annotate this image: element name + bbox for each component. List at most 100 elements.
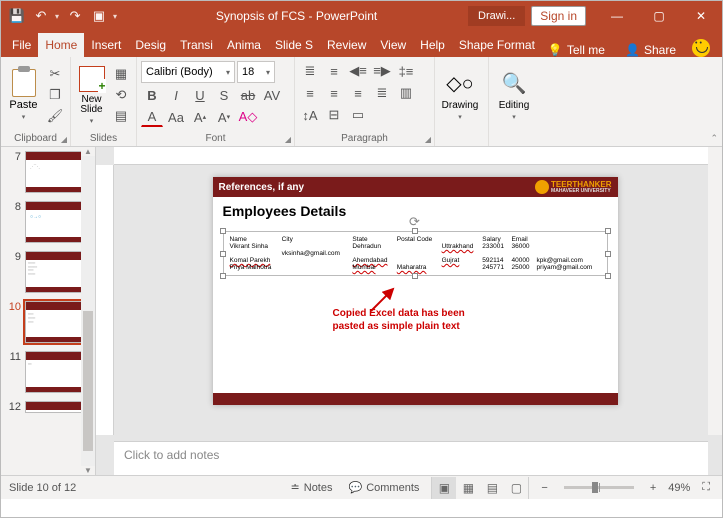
underline-button[interactable]: U [189, 85, 211, 105]
collapse-ribbon-icon[interactable]: ⌃ [710, 133, 718, 144]
normal-view-button[interactable]: ▣ [432, 477, 456, 499]
thumbnail-7[interactable]: 7⋰⋱ [7, 151, 89, 193]
tab-transitions[interactable]: Transi [173, 33, 220, 57]
tab-animations[interactable]: Anima [220, 33, 268, 57]
zoom-out-button[interactable]: − [537, 482, 551, 494]
thumbnail-8[interactable]: 8○→○ [7, 201, 89, 243]
tab-home[interactable]: Home [38, 33, 84, 57]
layout-button[interactable]: ▦ [110, 64, 132, 84]
strikethrough-button[interactable]: ab [237, 85, 259, 105]
paste-icon [12, 69, 36, 97]
tab-slideshow[interactable]: Slide S [268, 33, 320, 57]
close-button[interactable]: ✕ [680, 1, 722, 31]
tab-insert[interactable]: Insert [84, 33, 128, 57]
cut-button[interactable]: ✂ [44, 64, 66, 84]
paste-button[interactable]: Paste ▾ [5, 67, 42, 123]
section-button[interactable]: ▤ [110, 106, 132, 126]
start-from-beginning-icon[interactable]: ▣ [91, 8, 107, 24]
align-text-button[interactable]: ⊟ [323, 105, 345, 125]
thumbnail-10[interactable]: 10━━━━━━━━━━ [7, 301, 89, 343]
font-name-select[interactable]: Calibri (Body)▾ [141, 61, 235, 83]
paragraph-launcher-icon[interactable]: ◢ [425, 135, 431, 144]
increase-indent-button[interactable]: ≡▶ [371, 61, 393, 81]
zoom-level[interactable]: 49% [668, 482, 690, 494]
align-left-button[interactable]: ≡ [299, 83, 321, 103]
font-launcher-icon[interactable]: ◢ [285, 135, 291, 144]
qat-customize-icon[interactable]: ▾ [113, 12, 117, 21]
line-spacing-button[interactable]: ‡≡ [395, 61, 417, 81]
numbering-button[interactable]: ≡ [323, 61, 345, 81]
thumbnail-scrollbar[interactable]: ▲ ▼ [81, 147, 95, 475]
zoom-handle[interactable] [592, 482, 598, 493]
align-center-button[interactable]: ≡ [323, 83, 345, 103]
resize-handle[interactable] [605, 228, 611, 234]
zoom-in-button[interactable]: + [646, 482, 660, 494]
clipboard-launcher-icon[interactable]: ◢ [61, 135, 67, 144]
tab-help[interactable]: Help [413, 33, 452, 57]
tab-view[interactable]: View [373, 33, 413, 57]
reading-view-button[interactable]: ▤ [480, 477, 504, 499]
notes-pane[interactable]: Click to add notes [114, 441, 708, 475]
resize-handle[interactable] [412, 228, 418, 234]
notes-toggle[interactable]: ≐Notes [287, 481, 337, 494]
slide-edit-pane: References, if any TEERTHANKERMAHAVEER U… [96, 147, 722, 475]
save-icon[interactable]: 💾 [9, 8, 25, 24]
slide-canvas[interactable]: References, if any TEERTHANKERMAHAVEER U… [96, 165, 722, 441]
bullets-button[interactable]: ≣ [299, 61, 321, 81]
slide-counter[interactable]: Slide 10 of 12 [9, 482, 76, 494]
justify-button[interactable]: ≣ [371, 83, 393, 103]
drawing-button[interactable]: ◇○ Drawing ▾ [439, 68, 481, 123]
tab-design[interactable]: Desig [128, 33, 173, 57]
new-slide-button[interactable]: New Slide ▾ [75, 63, 108, 127]
slide-thumbnail-pane[interactable]: 7⋰⋱ 8○→○ 9━━━━━━━━━━━━━━━━ 10━━━━━━━━━━ … [1, 147, 96, 475]
format-painter-button[interactable]: 🖌 [44, 106, 66, 126]
share-button[interactable]: 👤Share [617, 43, 684, 57]
reset-button[interactable]: ⟲ [110, 85, 132, 105]
resize-handle[interactable] [605, 273, 611, 279]
feedback-smiley-icon[interactable] [692, 39, 710, 57]
resize-handle[interactable] [220, 251, 226, 257]
sign-in-button[interactable]: Sign in [531, 6, 586, 26]
font-size-select[interactable]: 18▾ [237, 61, 275, 83]
redo-icon[interactable]: ↷ [67, 8, 83, 24]
pasted-text-box[interactable]: ⟳ NameCityStatePostal CodeSalaryEmail Vi… [223, 231, 608, 276]
minimize-button[interactable]: ― [596, 1, 638, 31]
clear-formatting-button[interactable]: A◇ [237, 107, 259, 127]
tab-shape-format[interactable]: Shape Format [452, 33, 542, 57]
tab-review[interactable]: Review [320, 33, 373, 57]
resize-handle[interactable] [605, 251, 611, 257]
vertical-scrollbar[interactable] [708, 147, 722, 435]
thumbnail-12[interactable]: 12 [7, 401, 89, 413]
thumbnail-9[interactable]: 9━━━━━━━━━━━━━━━━ [7, 251, 89, 293]
grow-font-button[interactable]: A▴ [189, 107, 211, 127]
shadow-button[interactable]: S [213, 85, 235, 105]
editing-label: Editing [499, 100, 530, 111]
slideshow-view-button[interactable]: ▢ [504, 477, 528, 499]
undo-icon[interactable]: ↶ [33, 8, 49, 24]
shrink-font-button[interactable]: A▾ [213, 107, 235, 127]
italic-button[interactable]: I [165, 85, 187, 105]
tell-me-search[interactable]: 💡Tell me [542, 43, 611, 57]
change-case-button[interactable]: Aa [165, 107, 187, 127]
text-direction-button[interactable]: ↕A [299, 105, 321, 125]
columns-button[interactable]: ▥ [395, 83, 417, 103]
tab-file[interactable]: File [5, 33, 38, 57]
resize-handle[interactable] [220, 228, 226, 234]
decrease-indent-button[interactable]: ◀≡ [347, 61, 369, 81]
maximize-button[interactable]: ▢ [638, 1, 680, 31]
spacing-button[interactable]: AV [261, 85, 283, 105]
resize-handle[interactable] [220, 273, 226, 279]
undo-dropdown-icon[interactable]: ▾ [55, 12, 59, 21]
comments-toggle[interactable]: 💬Comments [345, 481, 424, 494]
copy-button[interactable]: ❐ [44, 85, 66, 105]
align-right-button[interactable]: ≡ [347, 83, 369, 103]
zoom-slider[interactable] [564, 486, 634, 489]
smartart-button[interactable]: ▭ [347, 105, 369, 125]
fit-to-window-button[interactable]: ⛶ [698, 481, 714, 494]
thumbnail-11[interactable]: 11━━ [7, 351, 89, 393]
bold-button[interactable]: B [141, 85, 163, 105]
font-color-button[interactable]: A [141, 107, 163, 127]
editing-button[interactable]: 🔍 Editing ▾ [493, 68, 535, 123]
sorter-view-button[interactable]: ▦ [456, 477, 480, 499]
resize-handle[interactable] [412, 273, 418, 279]
